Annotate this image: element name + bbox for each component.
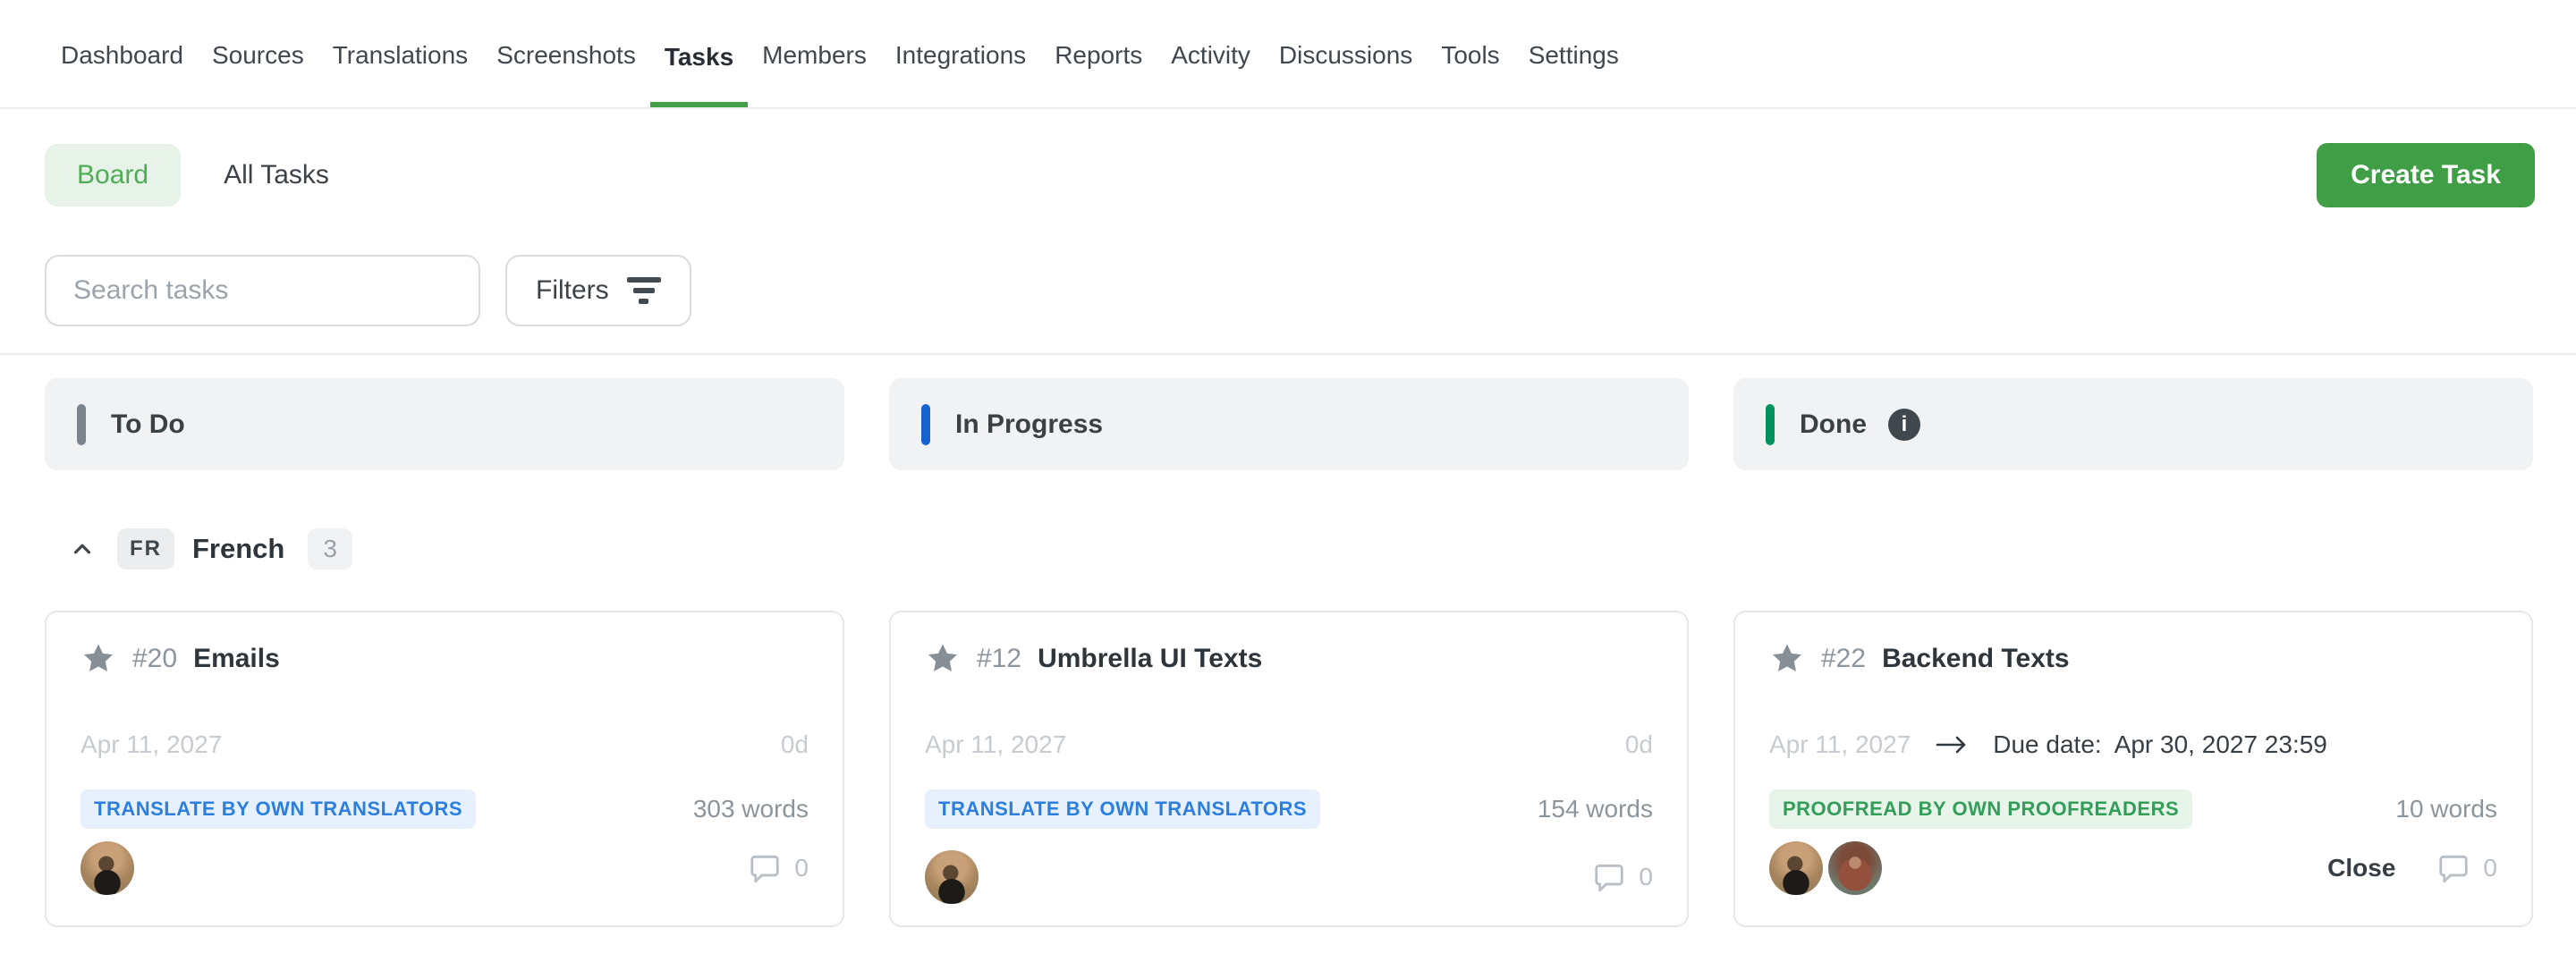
- task-days-badge: 0d: [781, 730, 809, 759]
- task-id: #12: [977, 644, 1021, 674]
- assignee-avatars: [1769, 841, 1882, 895]
- word-count: 10 words: [2395, 795, 2497, 823]
- comment-icon[interactable]: [748, 851, 782, 885]
- nav-item-integrations[interactable]: Integrations: [881, 41, 1040, 107]
- task-created-date: Apr 11, 2027: [80, 730, 222, 759]
- task-created-date: Apr 11, 2027: [1769, 730, 1911, 759]
- top-nav: Dashboard Sources Translations Screensho…: [0, 0, 2576, 109]
- task-title[interactable]: Umbrella UI Texts: [1038, 644, 1262, 674]
- task-id: #22: [1821, 644, 1866, 674]
- word-count: 154 words: [1538, 795, 1653, 823]
- star-icon[interactable]: [1769, 641, 1805, 677]
- in-progress-status-bar: [921, 404, 930, 445]
- task-days-badge: 0d: [1625, 730, 1653, 759]
- column-label: Done: [1800, 409, 1867, 440]
- task-created-date: Apr 11, 2027: [925, 730, 1066, 759]
- nav-item-dashboard[interactable]: Dashboard: [47, 41, 198, 107]
- view-toolbar: Board All Tasks Create Task: [45, 143, 2535, 207]
- tab-board[interactable]: Board: [45, 144, 181, 207]
- task-title[interactable]: Emails: [193, 644, 280, 674]
- task-card-emails[interactable]: #20 Emails Apr 11, 2027 0d TRANSLATE BY …: [45, 611, 844, 927]
- comment-icon[interactable]: [2436, 851, 2470, 885]
- word-count: 303 words: [693, 795, 809, 823]
- tab-all-tasks[interactable]: All Tasks: [224, 160, 329, 190]
- todo-status-bar: [77, 404, 86, 445]
- nav-item-tools[interactable]: Tools: [1427, 41, 1513, 107]
- nav-item-screenshots[interactable]: Screenshots: [482, 41, 650, 107]
- column-header-in-progress: In Progress: [889, 378, 1689, 470]
- avatar[interactable]: [925, 850, 979, 904]
- task-cards: #20 Emails Apr 11, 2027 0d TRANSLATE BY …: [45, 611, 2533, 927]
- info-icon[interactable]: i: [1888, 409, 1920, 441]
- task-card-umbrella-ui-texts[interactable]: #12 Umbrella UI Texts Apr 11, 2027 0d TR…: [889, 611, 1689, 927]
- nav-item-settings[interactable]: Settings: [1514, 41, 1633, 107]
- filters-button[interactable]: Filters: [505, 255, 691, 326]
- due-date-value: Apr 30, 2027 23:59: [2114, 730, 2327, 759]
- task-card-backend-texts[interactable]: #22 Backend Texts Apr 11, 2027 Due date:…: [1733, 611, 2533, 927]
- column-label: In Progress: [955, 409, 1103, 440]
- column-header-done: Done i: [1733, 378, 2533, 470]
- close-task-link[interactable]: Close: [2327, 854, 2395, 882]
- search-row: Filters: [45, 255, 2535, 326]
- star-icon[interactable]: [80, 641, 116, 677]
- comment-count: 0: [794, 854, 809, 882]
- due-date-label: Due date:: [1993, 730, 2101, 759]
- avatar[interactable]: [1828, 841, 1882, 895]
- column-label: To Do: [111, 409, 185, 440]
- comment-icon[interactable]: [1592, 860, 1626, 894]
- nav-item-members[interactable]: Members: [748, 41, 881, 107]
- nav-item-activity[interactable]: Activity: [1157, 41, 1265, 107]
- task-type-tag: TRANSLATE BY OWN TRANSLATORS: [925, 789, 1320, 829]
- create-task-button[interactable]: Create Task: [2317, 143, 2535, 207]
- board-columns: To Do In Progress Done i: [45, 378, 2533, 470]
- nav-item-reports[interactable]: Reports: [1040, 41, 1157, 107]
- nav-item-translations[interactable]: Translations: [318, 41, 482, 107]
- assignee-avatars: [80, 841, 134, 895]
- task-type-tag: TRANSLATE BY OWN TRANSLATORS: [80, 789, 476, 829]
- divider: [0, 353, 2576, 355]
- task-title[interactable]: Backend Texts: [1882, 644, 2070, 674]
- avatar[interactable]: [80, 841, 134, 895]
- comment-count: 0: [2483, 854, 2497, 882]
- language-code-badge: FR: [117, 528, 174, 570]
- task-type-tag: PROOFREAD BY OWN PROOFREADERS: [1769, 789, 2192, 829]
- nav-item-discussions[interactable]: Discussions: [1265, 41, 1427, 107]
- filter-icon: [627, 277, 661, 304]
- arrow-right-icon: [1934, 732, 1970, 757]
- language-name: French: [192, 533, 284, 565]
- nav-item-sources[interactable]: Sources: [198, 41, 318, 107]
- nav-item-tasks[interactable]: Tasks: [650, 43, 748, 107]
- search-input[interactable]: [45, 255, 480, 326]
- column-header-todo: To Do: [45, 378, 844, 470]
- star-icon[interactable]: [925, 641, 961, 677]
- assignee-avatars: [925, 850, 979, 904]
- chevron-up-icon[interactable]: [69, 536, 96, 562]
- task-count-badge: 3: [308, 528, 352, 570]
- comment-count: 0: [1639, 863, 1653, 891]
- task-id: #20: [132, 644, 177, 674]
- filters-label: Filters: [536, 275, 609, 306]
- done-status-bar: [1766, 404, 1775, 445]
- avatar[interactable]: [1769, 841, 1823, 895]
- language-group-header: FR French 3: [69, 526, 2533, 572]
